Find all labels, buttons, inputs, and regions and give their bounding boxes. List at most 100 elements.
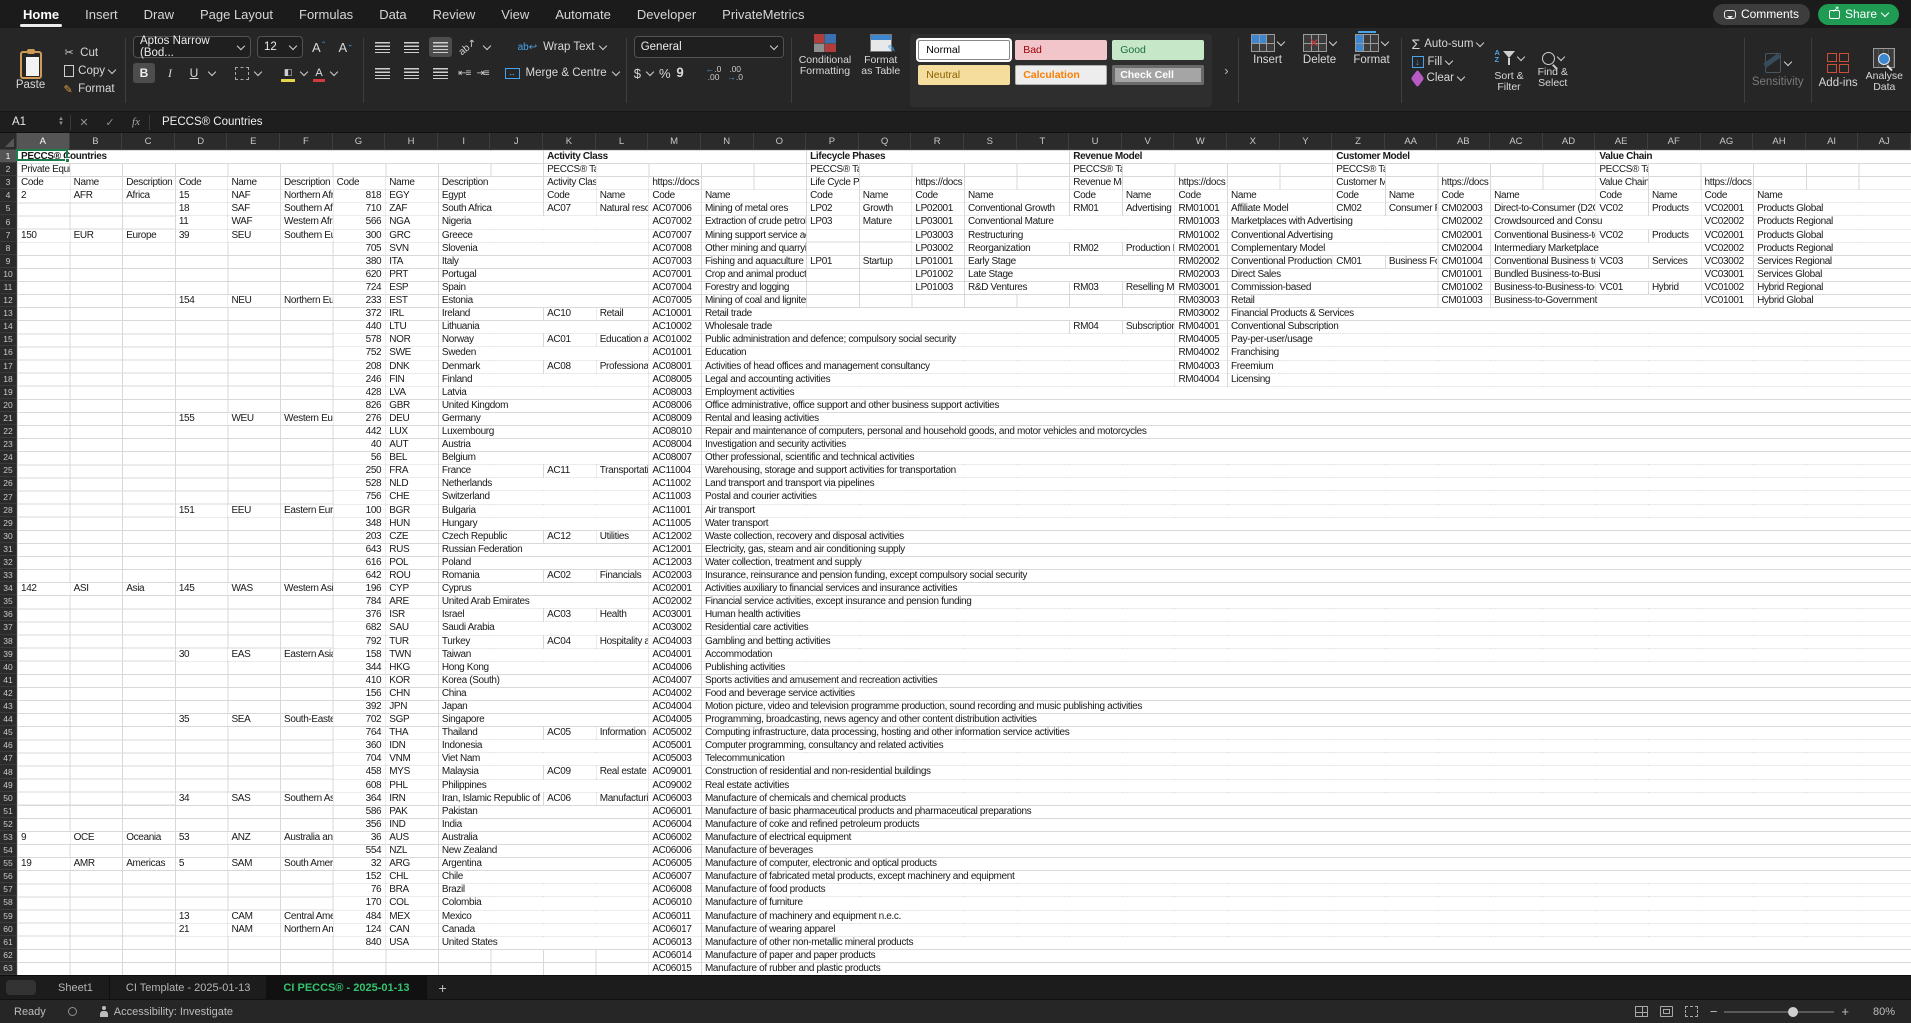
cell-F44[interactable]: South-Eastern Asia [281,714,333,726]
cell-H20[interactable]: GBR [386,400,438,412]
cell-AB7[interactable]: CM02001 [1439,230,1491,242]
cell-I16[interactable]: Sweden [439,347,648,359]
row-header-12[interactable]: 12 [0,294,17,307]
confirm-entry-icon[interactable]: ✓ [97,116,123,129]
cell-H49[interactable]: PHL [386,780,438,792]
row-header-6[interactable]: 6 [0,215,17,228]
cell-N6[interactable]: Extraction of crude petroleum and natura… [702,216,806,228]
conditional-formatting-button[interactable]: ConditionalFormatting [799,34,852,107]
ribbon-tab-draw[interactable]: Draw [131,0,187,28]
row-header-42[interactable]: 42 [0,687,17,700]
row-header-9[interactable]: 9 [0,255,17,268]
cell-H47[interactable]: VNM [386,753,438,765]
cell-E5[interactable]: SAF [228,203,280,215]
cell-H30[interactable]: CZE [386,531,438,543]
cell-G58[interactable]: 170 [334,897,386,909]
cell-H10[interactable]: PRT [386,269,438,281]
cell-D4[interactable]: 15 [176,190,228,202]
cell-H8[interactable]: SVN [386,243,438,255]
ribbon-tab-formulas[interactable]: Formulas [286,0,366,28]
cell-A7[interactable]: 150 [18,230,70,242]
cell-F4[interactable]: Northern Africa [281,190,333,202]
row-header-1[interactable]: 1 [0,150,17,163]
cell-I9[interactable]: Italy [439,256,648,268]
cell-H40[interactable]: HKG [386,662,438,674]
column-header-T[interactable]: T [1017,133,1070,150]
cell-H16[interactable]: SWE [386,347,438,359]
cell-N22[interactable]: Repair and maintenance of computers, per… [702,426,1911,438]
column-header-R[interactable]: R [911,133,964,150]
cell-I8[interactable]: Slovenia [439,243,648,255]
column-header-M[interactable]: M [648,133,701,150]
cell-AB4[interactable]: Code [1439,190,1491,202]
cell-G45[interactable]: 764 [334,727,386,739]
column-header-N[interactable]: N [701,133,754,150]
zoom-in-button[interactable]: + [1841,1004,1849,1019]
cell-M50[interactable]: AC06003 [649,793,701,805]
cell-M62[interactable]: AC06014 [649,950,701,962]
cell-C53[interactable]: Oceania [123,832,175,844]
cell-M46[interactable]: AC05001 [649,740,701,752]
cell-K45[interactable]: AC05 [544,727,596,739]
cell-U14[interactable]: RM04 [1070,321,1122,333]
row-header-29[interactable]: 29 [0,517,17,530]
row-header-5[interactable]: 5 [0,202,17,215]
cell-G27[interactable]: 756 [334,491,386,503]
cell-K25[interactable]: AC11 [544,465,596,477]
cell-M6[interactable]: AC07002 [649,216,701,228]
cell-H27[interactable]: CHE [386,491,438,503]
cell-C3[interactable]: Description [123,177,175,189]
cell-S7[interactable]: Restructuring [965,230,1174,242]
cell-M34[interactable]: AC02001 [649,583,701,595]
cell-H18[interactable]: FIN [386,374,438,386]
column-header-X[interactable]: X [1227,133,1280,150]
cell-G19[interactable]: 428 [334,387,386,399]
cell-A34[interactable]: 142 [18,583,70,595]
cell-H4[interactable]: EGY [386,190,438,202]
cell-F53[interactable]: Australia and New Zealand [281,832,333,844]
column-header-AC[interactable]: AC [1490,133,1543,150]
cell-E3[interactable]: Name [228,177,280,189]
comments-button[interactable]: Comments [1713,4,1810,25]
column-header-AB[interactable]: AB [1438,133,1491,150]
cell-H32[interactable]: POL [386,557,438,569]
cell-G56[interactable]: 152 [334,871,386,883]
cell-R3[interactable]: https://docs [912,177,964,189]
cell-AG6[interactable]: VC02002 [1702,216,1754,228]
column-header-C[interactable]: C [122,133,175,150]
cell-I52[interactable]: India [439,819,648,831]
column-header-AJ[interactable]: AJ [1858,133,1911,150]
cell-M7[interactable]: AC07007 [649,230,701,242]
cell-G26[interactable]: 528 [334,478,386,490]
macro-record-icon[interactable] [68,1007,77,1016]
merge-centre-button[interactable]: Merge & Centre [526,67,607,79]
cell-A55[interactable]: 19 [18,858,70,870]
cell-M56[interactable]: AC06007 [649,871,701,883]
cell-D21[interactable]: 155 [176,413,228,425]
cell-I15[interactable]: Norway [439,334,543,346]
share-button[interactable]: Share [1818,4,1899,25]
cell-N5[interactable]: Mining of metal ores [702,203,806,215]
cell-M37[interactable]: AC03002 [649,622,701,634]
cell-K3[interactable]: Activity Class [544,177,596,189]
row-header-31[interactable]: 31 [0,543,17,556]
cell-G7[interactable]: 300 [334,230,386,242]
cell-M40[interactable]: AC04006 [649,662,701,674]
cell-M57[interactable]: AC06008 [649,884,701,896]
cell-K50[interactable]: AC06 [544,793,596,805]
row-header-63[interactable]: 63 [0,962,17,975]
bold-button[interactable]: B [133,63,155,83]
cell-G24[interactable]: 56 [334,452,386,464]
cell-I59[interactable]: Mexico [439,911,648,923]
sheet-list-button[interactable] [6,980,36,995]
cell-K36[interactable]: AC03 [544,609,596,621]
row-header-15[interactable]: 15 [0,333,17,346]
cell-D59[interactable]: 13 [176,911,228,923]
zoom-slider[interactable] [1724,1011,1834,1013]
cell-I42[interactable]: China [439,688,648,700]
cell-M36[interactable]: AC03001 [649,609,701,621]
row-header-19[interactable]: 19 [0,386,17,399]
cell-M9[interactable]: AC07003 [649,256,701,268]
cell-N31[interactable]: Electricity, gas, steam and air conditio… [702,544,1911,556]
cell-H51[interactable]: PAK [386,806,438,818]
